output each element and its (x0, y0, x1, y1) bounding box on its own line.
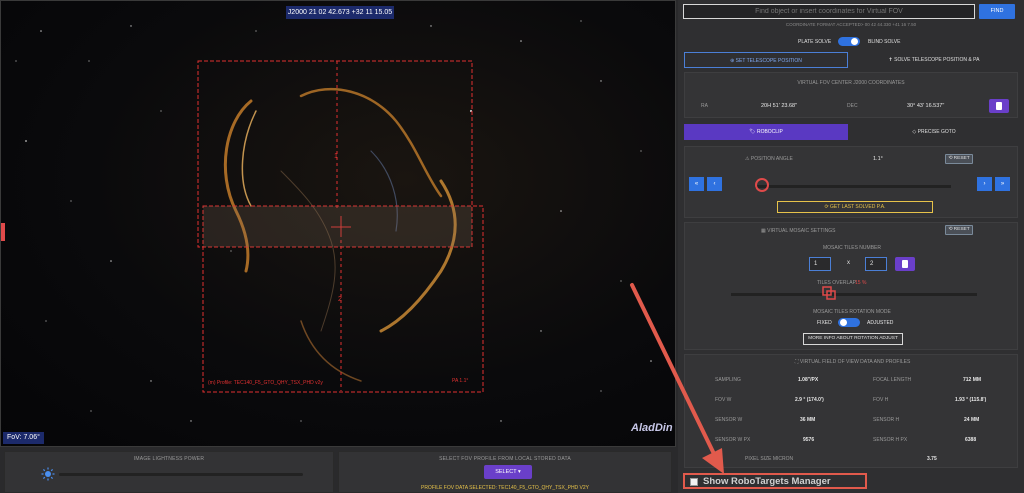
app-root: 1 2 (m) Profile: TEC140_F5_GTO_QHY_TSX_P… (0, 0, 1024, 493)
robotargets-checkbox[interactable] (690, 478, 698, 486)
robotargets-manager-toggle[interactable]: Show RoboTargets Manager (683, 473, 867, 489)
robotargets-label: Show RoboTargets Manager (703, 476, 831, 487)
annotation-arrow (630, 283, 724, 474)
